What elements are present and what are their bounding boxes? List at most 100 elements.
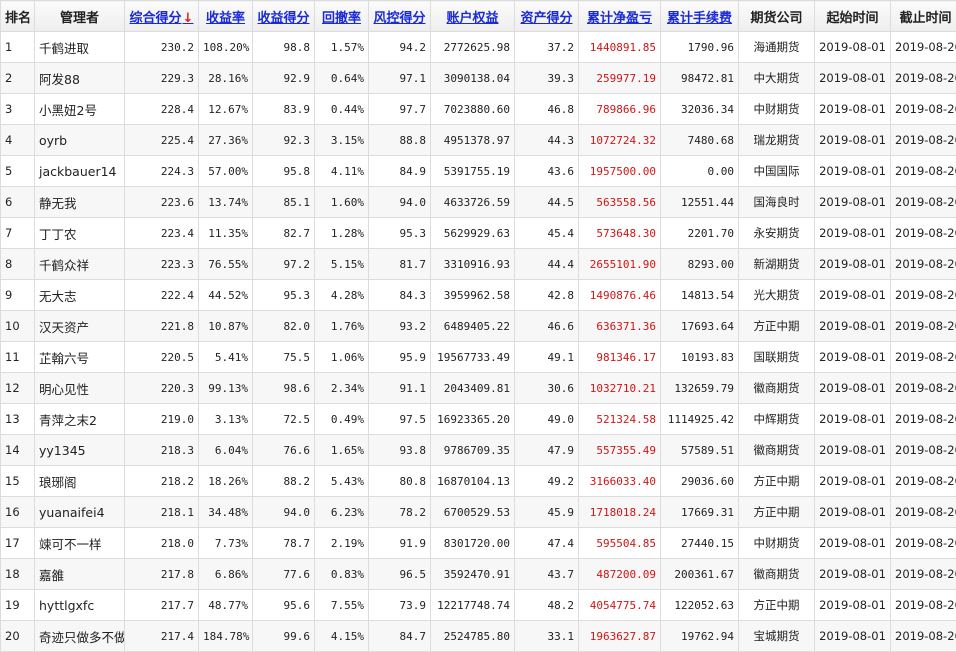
end-date-cell: 2019-08-26 <box>891 559 956 590</box>
manager-cell: hyttlgxfc <box>35 590 125 621</box>
return-score-cell: 75.5 <box>253 342 315 373</box>
col-net-pnl-header[interactable]: 累计净盈亏 <box>579 1 661 32</box>
table-row: 14yy1345218.36.04%76.61.65%93.89786709.3… <box>1 435 956 466</box>
start-date-cell: 2019-08-01 <box>815 404 891 435</box>
fees-cell: 8293.00 <box>661 249 739 280</box>
risk-score-cell: 94.0 <box>369 187 431 218</box>
table-row: 7丁丁农223.411.35%82.71.28%95.35629929.6345… <box>1 218 956 249</box>
return-rate-cell: 18.26% <box>199 466 253 497</box>
col-return-rate-header[interactable]: 收益率 <box>199 1 253 32</box>
drawdown-cell: 1.60% <box>315 187 369 218</box>
net-pnl-cell: 1718018.24 <box>579 497 661 528</box>
drawdown-cell: 5.43% <box>315 466 369 497</box>
start-date-cell: 2019-08-01 <box>815 497 891 528</box>
rank-cell: 9 <box>1 280 35 311</box>
return-rate-cell: 11.35% <box>199 218 253 249</box>
table-row: 15琅琊阁218.218.26%88.25.43%80.816870104.13… <box>1 466 956 497</box>
total-score-cell: 218.2 <box>125 466 199 497</box>
table-row: 13青萍之末2219.03.13%72.50.49%97.516923365.2… <box>1 404 956 435</box>
start-date-cell: 2019-08-01 <box>815 94 891 125</box>
net-pnl-cell: 4054775.74 <box>579 590 661 621</box>
rank-cell: 7 <box>1 218 35 249</box>
manager-cell: 嘉雒 <box>35 559 125 590</box>
fees-cell: 1790.96 <box>661 32 739 63</box>
asset-score-cell: 43.6 <box>515 156 579 187</box>
rank-cell: 14 <box>1 435 35 466</box>
return-rate-cell: 3.13% <box>199 404 253 435</box>
broker-cell: 中大期货 <box>739 63 815 94</box>
broker-cell: 永安期货 <box>739 218 815 249</box>
broker-cell: 海通期货 <box>739 32 815 63</box>
return-score-cell: 97.2 <box>253 249 315 280</box>
total-score-cell: 218.1 <box>125 497 199 528</box>
return-rate-cell: 108.20% <box>199 32 253 63</box>
return-score-cell: 95.3 <box>253 280 315 311</box>
col-fees-header[interactable]: 累计手续费 <box>661 1 739 32</box>
equity-cell: 4633726.59 <box>431 187 515 218</box>
fees-cell: 200361.67 <box>661 559 739 590</box>
col-equity-header[interactable]: 账户权益 <box>431 1 515 32</box>
start-date-cell: 2019-08-01 <box>815 187 891 218</box>
drawdown-cell: 6.23% <box>315 497 369 528</box>
manager-cell: 阿发88 <box>35 63 125 94</box>
rank-cell: 19 <box>1 590 35 621</box>
col-drawdown-header[interactable]: 回撤率 <box>315 1 369 32</box>
equity-cell: 9786709.35 <box>431 435 515 466</box>
col-risk-score-header[interactable]: 风控得分 <box>369 1 431 32</box>
table-row: 19hyttlgxfc217.748.77%95.67.55%73.912217… <box>1 590 956 621</box>
end-date-cell: 2019-08-26 <box>891 311 956 342</box>
table-row: 4oyrb225.427.36%92.33.15%88.84951378.974… <box>1 125 956 156</box>
fees-cell: 122052.63 <box>661 590 739 621</box>
return-score-cell: 92.3 <box>253 125 315 156</box>
return-score-cell: 95.6 <box>253 590 315 621</box>
broker-cell: 中财期货 <box>739 94 815 125</box>
risk-score-cell: 94.2 <box>369 32 431 63</box>
return-score-cell: 78.7 <box>253 528 315 559</box>
broker-cell: 方正中期 <box>739 497 815 528</box>
return-score-cell: 92.9 <box>253 63 315 94</box>
fees-cell: 132659.79 <box>661 373 739 404</box>
rank-cell: 10 <box>1 311 35 342</box>
equity-cell: 2524785.80 <box>431 621 515 652</box>
equity-cell: 12217748.74 <box>431 590 515 621</box>
end-date-cell: 2019-08-26 <box>891 497 956 528</box>
asset-score-cell: 37.2 <box>515 32 579 63</box>
fees-cell: 57589.51 <box>661 435 739 466</box>
asset-score-cell: 45.4 <box>515 218 579 249</box>
total-score-cell: 217.8 <box>125 559 199 590</box>
net-pnl-cell: 595504.85 <box>579 528 661 559</box>
total-score-cell: 221.8 <box>125 311 199 342</box>
col-total-score-header[interactable]: 综合得分↓ <box>125 1 199 32</box>
col-asset-score-header[interactable]: 资产得分 <box>515 1 579 32</box>
drawdown-cell: 0.83% <box>315 559 369 590</box>
return-score-cell: 95.8 <box>253 156 315 187</box>
start-date-cell: 2019-08-01 <box>815 32 891 63</box>
drawdown-cell: 4.15% <box>315 621 369 652</box>
end-date-cell: 2019-08-26 <box>891 466 956 497</box>
net-pnl-cell: 1963627.87 <box>579 621 661 652</box>
table-row: 16yuanaifei4218.134.48%94.06.23%78.26700… <box>1 497 956 528</box>
equity-cell: 6700529.53 <box>431 497 515 528</box>
rank-cell: 12 <box>1 373 35 404</box>
equity-cell: 6489405.22 <box>431 311 515 342</box>
net-pnl-cell: 521324.58 <box>579 404 661 435</box>
risk-score-cell: 80.8 <box>369 466 431 497</box>
asset-score-cell: 46.8 <box>515 94 579 125</box>
total-score-cell: 230.2 <box>125 32 199 63</box>
total-score-cell: 222.4 <box>125 280 199 311</box>
end-date-cell: 2019-08-26 <box>891 32 956 63</box>
table-row: 11芷翰六号220.55.41%75.51.06%95.919567733.49… <box>1 342 956 373</box>
start-date-cell: 2019-08-01 <box>815 435 891 466</box>
col-total-score-label[interactable]: 综合得分 <box>130 11 182 26</box>
start-date-cell: 2019-08-01 <box>815 280 891 311</box>
rank-cell: 2 <box>1 63 35 94</box>
return-rate-cell: 44.52% <box>199 280 253 311</box>
return-rate-cell: 10.87% <box>199 311 253 342</box>
manager-cell: 静无我 <box>35 187 125 218</box>
col-manager-header: 管理者 <box>35 1 125 32</box>
manager-cell: 千鹤进取 <box>35 32 125 63</box>
net-pnl-cell: 1032710.21 <box>579 373 661 404</box>
net-pnl-cell: 2655101.90 <box>579 249 661 280</box>
col-return-score-header[interactable]: 收益得分 <box>253 1 315 32</box>
net-pnl-cell: 3166033.40 <box>579 466 661 497</box>
